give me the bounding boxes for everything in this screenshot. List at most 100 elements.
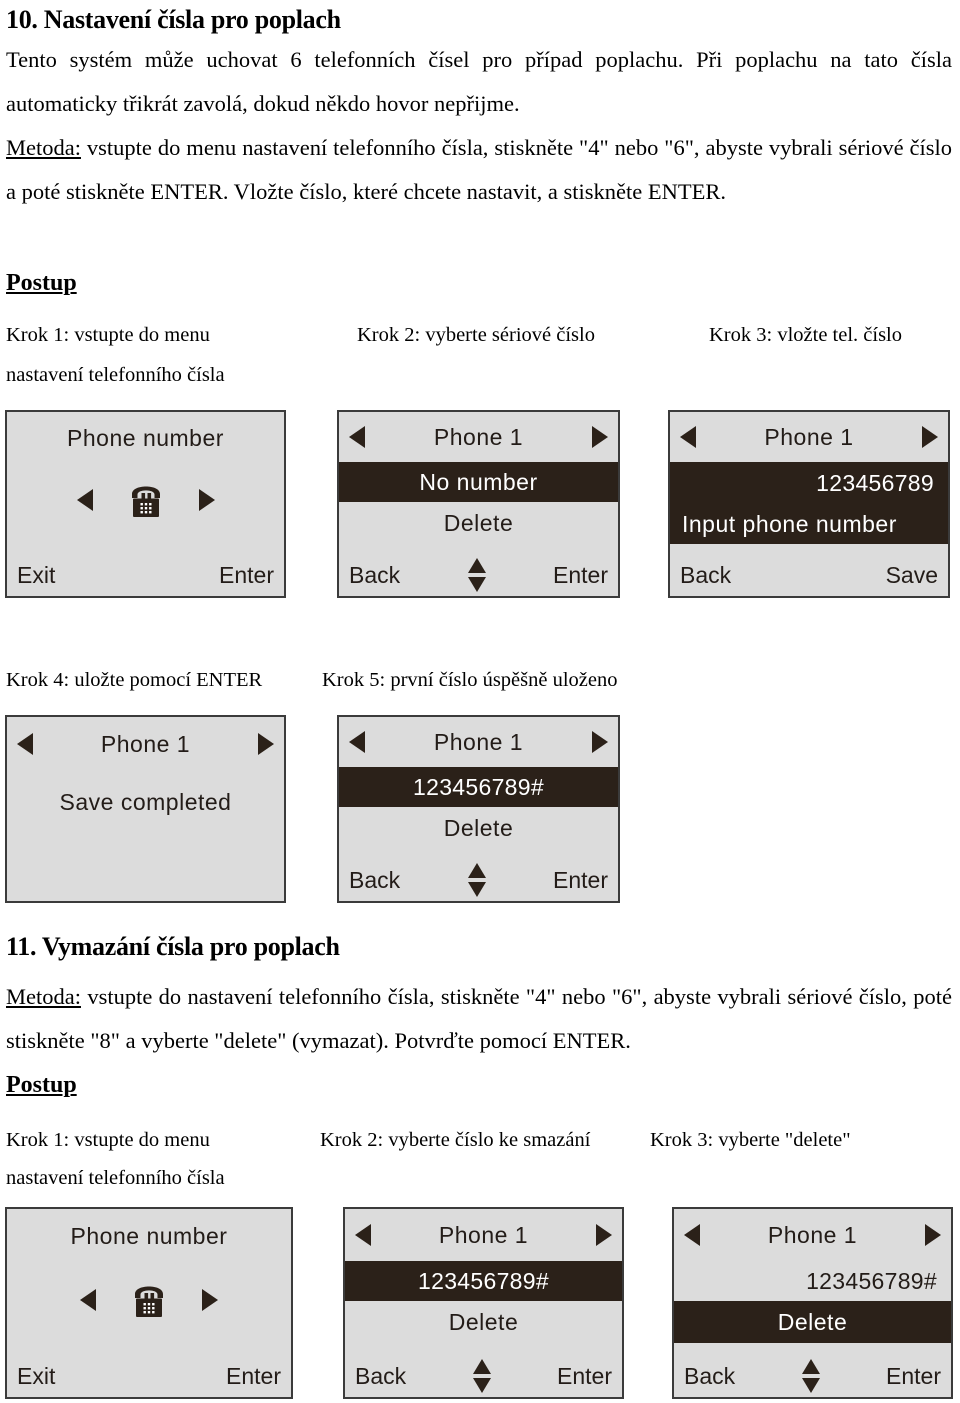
- up-down-arrow-icon[interactable]: [472, 1359, 491, 1393]
- lcd7-title-row: Phone 1: [345, 1209, 622, 1261]
- method-label-10: Metoda:: [6, 135, 81, 160]
- lcd8-highlighted-label: Delete: [777, 1308, 848, 1335]
- lcd3-title: Phone 1: [764, 423, 854, 450]
- section-10-intro-paragraph: Tento systém může uchovat 6 telefonních …: [6, 47, 952, 116]
- method-text-10: vstupte do menu nastavení telefonního čí…: [6, 135, 952, 204]
- lcd7-normal-row[interactable]: Delete: [345, 1301, 622, 1343]
- step-label-10-1: Krok 1: vstupte do menu: [6, 324, 210, 346]
- document-page: 10. Nastavení čísla pro poplach Tento sy…: [0, 0, 960, 1403]
- lcd-screen-1-phone-number: Phone number Exit Enter: [5, 410, 286, 598]
- lcd8-normal-number: 123456789#: [806, 1267, 937, 1294]
- lcd2-title: Phone 1: [433, 423, 524, 450]
- lcd5-normal-row[interactable]: Delete: [339, 807, 618, 849]
- left-arrow-icon[interactable]: [80, 1289, 96, 1311]
- lcd2-normal-label: Delete: [443, 509, 514, 536]
- lcd-screen-3-input-number: Phone 1 123456789 Input phone number Bac…: [668, 410, 950, 598]
- lcd8-title: Phone 1: [767, 1221, 858, 1248]
- right-arrow-icon[interactable]: [925, 1224, 941, 1246]
- lcd-screen-8-select-delete: Phone 1 123456789# Delete Back Enter: [672, 1207, 953, 1399]
- lcd5-normal-label: Delete: [443, 814, 514, 841]
- lcd2-softkey-enter[interactable]: Enter: [553, 562, 608, 589]
- lcd2-softkey-back[interactable]: Back: [349, 562, 400, 589]
- lcd-screen-6-phone-number: Phone number Exit Enter: [5, 1207, 293, 1399]
- lcd3-title-row: Phone 1: [670, 412, 948, 462]
- lcd4-title-row: Phone 1: [7, 717, 284, 771]
- lcd3-softkey-save[interactable]: Save: [886, 562, 938, 589]
- right-arrow-icon[interactable]: [592, 731, 608, 753]
- right-arrow-icon[interactable]: [202, 1289, 218, 1311]
- lcd5-title-row: Phone 1: [339, 717, 618, 767]
- left-arrow-icon[interactable]: [684, 1224, 700, 1246]
- lcd8-title-row: Phone 1: [674, 1209, 951, 1261]
- lcd1-title: Phone number: [67, 424, 224, 451]
- lcd1-softkey-exit[interactable]: Exit: [17, 562, 55, 589]
- lcd-screen-4-save-completed: Phone 1 Save completed: [5, 715, 286, 903]
- right-arrow-icon[interactable]: [596, 1224, 612, 1246]
- lcd6-footer: Exit Enter: [7, 1359, 291, 1393]
- up-down-arrow-icon[interactable]: [801, 1359, 820, 1393]
- lcd-screen-5-number-saved: Phone 1 123456789# Delete Back Enter: [337, 715, 620, 903]
- lcd2-footer: Back Enter: [339, 558, 618, 592]
- desk-phone-icon: [126, 1277, 172, 1323]
- step-label-10-4: Krok 4: uložte pomocí ENTER: [6, 669, 263, 691]
- left-arrow-icon[interactable]: [76, 489, 93, 511]
- lcd3-softkey-back[interactable]: Back: [680, 562, 731, 589]
- step-label-10-3: Krok 3: vložte tel. číslo: [709, 324, 902, 346]
- left-arrow-icon[interactable]: [17, 733, 33, 755]
- lcd6-softkey-exit[interactable]: Exit: [17, 1363, 55, 1390]
- lcd8-footer: Back Enter: [674, 1359, 951, 1393]
- right-arrow-icon[interactable]: [198, 489, 215, 511]
- lcd6-title: Phone number: [70, 1222, 228, 1249]
- lcd3-number-row[interactable]: 123456789: [670, 462, 948, 504]
- lcd5-softkey-enter[interactable]: Enter: [553, 867, 608, 894]
- up-down-arrow-icon[interactable]: [467, 863, 486, 897]
- step-label-10-2: Krok 2: vyberte sériové číslo: [357, 324, 595, 346]
- lcd7-softkey-enter[interactable]: Enter: [557, 1363, 612, 1390]
- lcd5-softkey-back[interactable]: Back: [349, 867, 400, 894]
- method-label-11: Metoda:: [6, 984, 81, 1009]
- step-label-11-1-line2: nastavení telefonního čísla: [6, 1167, 225, 1189]
- right-arrow-icon[interactable]: [258, 733, 274, 755]
- lcd6-icon-row: [7, 1263, 291, 1337]
- section-10-procedure-label: Postup: [6, 270, 77, 296]
- left-arrow-icon[interactable]: [349, 426, 365, 448]
- lcd-screen-7-select-number: Phone 1 123456789# Delete Back Enter: [343, 1207, 624, 1399]
- lcd8-normal-row[interactable]: 123456789#: [674, 1261, 951, 1301]
- section-10-method-paragraph: Metoda: vstupte do menu nastavení telefo…: [6, 126, 952, 214]
- lcd5-footer: Back Enter: [339, 863, 618, 897]
- right-arrow-icon[interactable]: [592, 426, 608, 448]
- lcd5-highlighted-number: 123456789#: [413, 773, 544, 800]
- left-arrow-icon[interactable]: [349, 731, 365, 753]
- left-arrow-icon[interactable]: [680, 426, 696, 448]
- step-label-11-2: Krok 2: vyberte číslo ke smazání: [320, 1129, 591, 1151]
- lcd-screen-2-select-serial: Phone 1 No number Delete Back Enter: [337, 410, 620, 598]
- lcd1-footer: Exit Enter: [7, 558, 284, 592]
- lcd6-softkey-enter[interactable]: Enter: [226, 1363, 281, 1390]
- step-label-11-1: Krok 1: vstupte do menu: [6, 1129, 210, 1151]
- lcd2-highlighted-row[interactable]: No number: [339, 462, 618, 502]
- lcd7-normal-label: Delete: [448, 1308, 519, 1335]
- lcd3-footer: Back Save: [670, 558, 948, 592]
- lcd8-highlighted-row[interactable]: Delete: [674, 1301, 951, 1343]
- section-11-method-paragraph: Metoda: vstupte do nastavení telefonního…: [6, 975, 952, 1063]
- lcd2-highlighted-label: No number: [419, 468, 538, 495]
- left-arrow-icon[interactable]: [355, 1224, 371, 1246]
- lcd3-number-value: 123456789: [816, 469, 934, 496]
- section-10-heading: 10. Nastavení čísla pro poplach: [6, 5, 341, 34]
- step-label-11-3: Krok 3: vyberte "delete": [650, 1129, 851, 1151]
- lcd7-highlighted-row[interactable]: 123456789#: [345, 1261, 622, 1301]
- lcd7-softkey-back[interactable]: Back: [355, 1363, 406, 1390]
- step-label-10-1-line2: nastavení telefonního čísla: [6, 364, 225, 386]
- lcd2-normal-row[interactable]: Delete: [339, 502, 618, 544]
- lcd8-softkey-back[interactable]: Back: [684, 1363, 735, 1390]
- lcd1-softkey-enter[interactable]: Enter: [219, 562, 274, 589]
- lcd4-message: Save completed: [59, 788, 232, 815]
- right-arrow-icon[interactable]: [922, 426, 938, 448]
- lcd5-title: Phone 1: [433, 728, 524, 755]
- lcd7-highlighted-number: 123456789#: [418, 1267, 549, 1294]
- lcd7-footer: Back Enter: [345, 1359, 622, 1393]
- lcd5-highlighted-row[interactable]: 123456789#: [339, 767, 618, 807]
- up-down-arrow-icon[interactable]: [467, 558, 486, 592]
- lcd1-title-row: Phone number: [7, 412, 284, 464]
- lcd8-softkey-enter[interactable]: Enter: [886, 1363, 941, 1390]
